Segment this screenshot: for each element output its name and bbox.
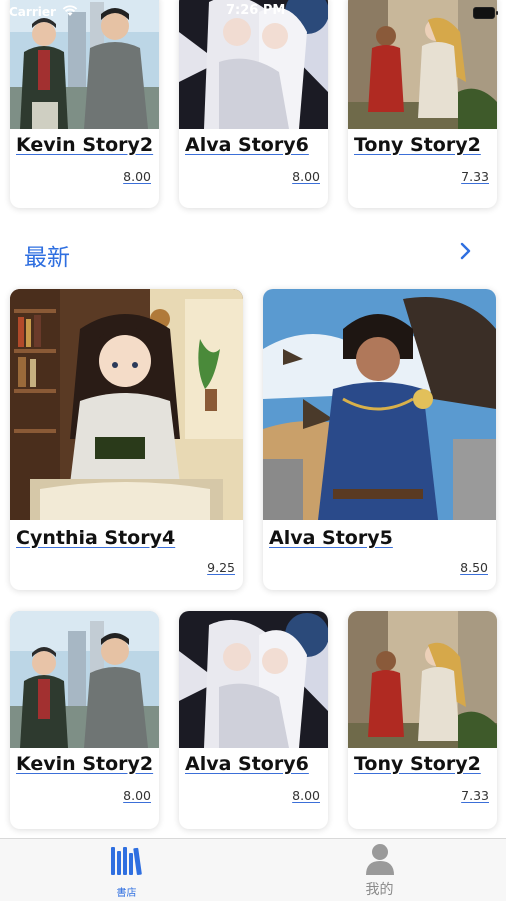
book-card[interactable]: Kevin Story2 8.00: [10, 611, 159, 829]
book-score: 8.00: [123, 788, 151, 803]
book-card[interactable]: Kevin Story2 8.00: [10, 0, 159, 208]
book-title: Alva Story5: [269, 527, 393, 549]
book-card[interactable]: Tony Story2 7.33: [348, 611, 497, 829]
book-cover: [10, 289, 243, 520]
book-card[interactable]: Alva Story6 8.00: [179, 0, 328, 208]
book-cover: [179, 611, 328, 748]
book-title: Tony Story2: [354, 753, 481, 775]
person-icon: [365, 844, 394, 875]
book-card[interactable]: Tony Story2 7.33: [348, 0, 497, 208]
status-bar: Carrier 7:26 PM: [0, 0, 506, 26]
chevron-right-icon[interactable]: [460, 242, 472, 260]
carrier-label: Carrier: [9, 5, 56, 19]
book-title: Cynthia Story4: [16, 527, 176, 549]
tab-label: 書店: [116, 888, 137, 899]
wifi-icon: [62, 5, 78, 16]
book-card[interactable]: Alva Story6 8.00: [179, 611, 328, 829]
book-title: Alva Story6: [185, 134, 309, 156]
book-cover: [348, 611, 497, 748]
clock: 7:26 PM: [226, 3, 286, 18]
book-title: Kevin Story2: [16, 753, 154, 775]
section-title-latest: 最新: [24, 245, 70, 271]
book-cover: [263, 289, 496, 520]
book-title: Alva Story6: [185, 753, 309, 775]
tab-label: 我的: [365, 882, 394, 898]
tab-bar: 書店 我的: [0, 838, 506, 901]
tab-mine[interactable]: 我的: [253, 839, 506, 901]
book-card[interactable]: Cynthia Story4 9.25: [10, 289, 243, 590]
book-title: Kevin Story2: [16, 134, 154, 156]
battery-icon: [473, 7, 498, 19]
book-score: 7.33: [461, 788, 489, 803]
book-title: Tony Story2: [354, 134, 481, 156]
book-score: 8.50: [460, 560, 488, 575]
book-cover: [10, 611, 159, 748]
book-score: 8.00: [123, 169, 151, 184]
bookshelf-icon: [110, 847, 142, 876]
book-score: 8.00: [292, 788, 320, 803]
book-score: 9.25: [207, 560, 235, 575]
book-card[interactable]: Alva Story5 8.50: [263, 289, 496, 590]
tab-bookstore[interactable]: 書店: [0, 839, 253, 901]
book-score: 8.00: [292, 169, 320, 184]
book-score: 7.33: [461, 169, 489, 184]
